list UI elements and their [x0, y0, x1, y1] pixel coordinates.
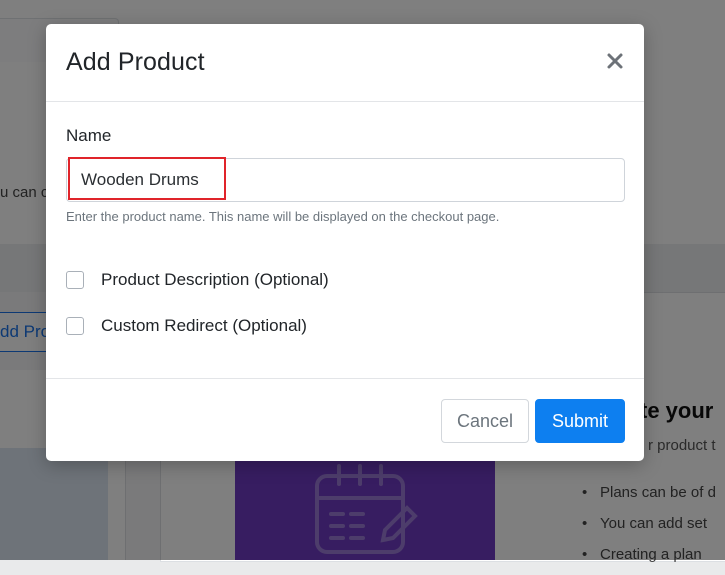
close-icon: [607, 53, 623, 69]
add-product-modal: Add Product Name Enter the product name.…: [46, 24, 644, 461]
product-description-checkbox[interactable]: [66, 271, 84, 289]
cancel-button[interactable]: Cancel: [441, 399, 529, 443]
modal-body: Name Enter the product name. This name w…: [46, 102, 644, 378]
custom-redirect-option[interactable]: Custom Redirect (Optional): [66, 316, 307, 336]
product-name-input[interactable]: [66, 158, 625, 202]
modal-header: Add Product: [46, 24, 644, 102]
custom-redirect-checkbox[interactable]: [66, 317, 84, 335]
modal-title: Add Product: [66, 48, 205, 76]
modal-footer: Cancel Submit: [46, 378, 644, 462]
custom-redirect-label: Custom Redirect (Optional): [101, 316, 307, 335]
close-button[interactable]: [602, 46, 628, 76]
product-description-label: Product Description (Optional): [101, 270, 329, 289]
name-label: Name: [66, 126, 112, 145]
name-help-text: Enter the product name. This name will b…: [66, 209, 500, 224]
submit-button[interactable]: Submit: [535, 399, 625, 443]
product-description-option[interactable]: Product Description (Optional): [66, 270, 329, 290]
